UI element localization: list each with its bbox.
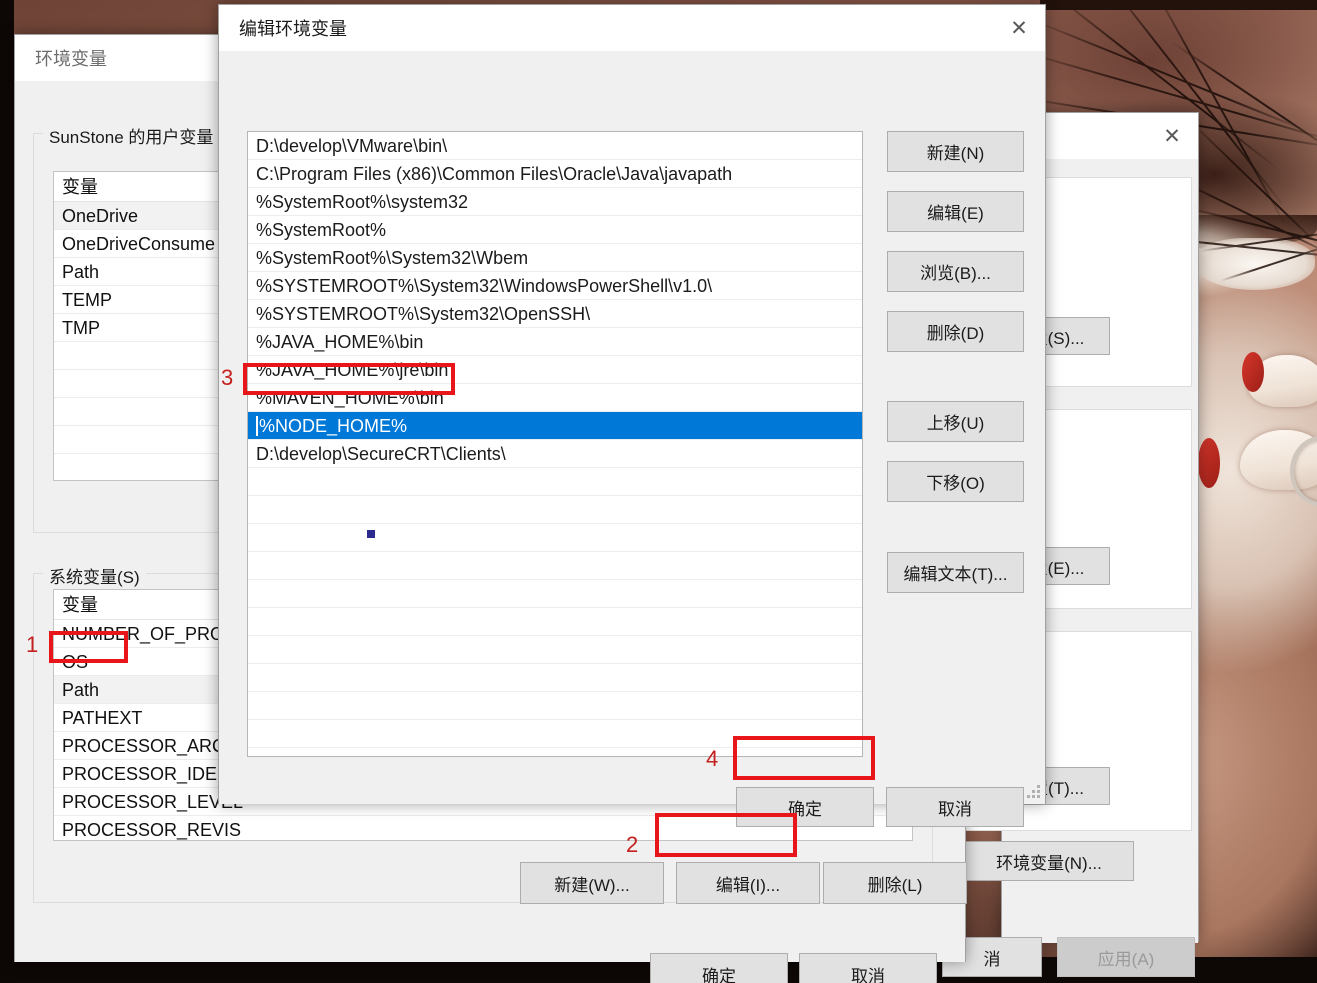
- path-entry-row[interactable]: %SystemRoot%\system32: [248, 188, 862, 216]
- path-entry-row[interactable]: D:\develop\SecureCRT\Clients\: [248, 440, 862, 468]
- user-variables-group-label: SunStone 的用户变量: [43, 123, 220, 148]
- path-entry-label: %JAVA_HOME%\jre\bin: [256, 360, 449, 380]
- cursor-artifact: [367, 530, 375, 538]
- path-entry-row[interactable]: %MAVEN_HOME%\bin: [248, 384, 862, 412]
- path-delete-button[interactable]: 删除(D): [887, 311, 1024, 352]
- edit-environment-variable-dialog[interactable]: 编辑环境变量 ✕ D:\develop\VMware\bin\ C:\Progra…: [218, 4, 1046, 827]
- resize-grip[interactable]: [1025, 785, 1041, 801]
- edit-dialog-body: D:\develop\VMware\bin\ C:\Program Files (…: [219, 51, 1045, 827]
- path-edit-text-button[interactable]: 编辑文本(T)...: [887, 552, 1024, 593]
- path-entries-listbox[interactable]: D:\develop\VMware\bin\ C:\Program Files (…: [247, 131, 863, 757]
- env-ok-button[interactable]: 确定: [650, 953, 788, 983]
- path-entry-empty-row[interactable]: [248, 468, 862, 496]
- path-entry-row[interactable]: %SYSTEMROOT%\System32\WindowsPowerShell\…: [248, 272, 862, 300]
- path-entry-empty-row[interactable]: [248, 608, 862, 636]
- system-new-button[interactable]: 新建(W)...: [520, 862, 664, 904]
- path-entry-label: %JAVA_HOME%\bin: [256, 332, 424, 352]
- annotation-number-2: 2: [626, 832, 639, 857]
- edit-dialog-cancel-button[interactable]: 取消: [886, 787, 1024, 827]
- edit-dialog-title: 编辑环境变量: [239, 19, 347, 39]
- path-entry-label: D:\develop\VMware\bin\: [256, 136, 448, 156]
- path-entry-row[interactable]: D:\develop\VMware\bin\: [248, 132, 862, 160]
- system-variables-group-label: 系统变量(S): [43, 563, 146, 588]
- nail-polish-1: [1242, 352, 1264, 392]
- path-entry-empty-row[interactable]: [248, 692, 862, 720]
- close-icon[interactable]: ✕: [1146, 113, 1198, 159]
- path-edit-button[interactable]: 编辑(E): [887, 191, 1024, 232]
- path-entry-empty-row[interactable]: [248, 496, 862, 524]
- path-entry-empty-row[interactable]: [248, 720, 862, 748]
- env-window-title: 环境变量: [35, 49, 107, 69]
- close-icon[interactable]: ✕: [993, 5, 1045, 51]
- path-entry-label: %MAVEN_HOME%\bin: [256, 388, 444, 408]
- path-entry-row[interactable]: C:\Program Files (x86)\Common Files\Orac…: [248, 160, 862, 188]
- path-entry-label: %SystemRoot%: [256, 220, 387, 240]
- path-new-button[interactable]: 新建(N): [887, 131, 1024, 172]
- path-entry-empty-row[interactable]: [248, 552, 862, 580]
- path-entry-label: %SystemRoot%\system32: [256, 192, 469, 212]
- screen-letterbox-left: [0, 0, 14, 983]
- path-entry-row[interactable]: %SystemRoot%: [248, 216, 862, 244]
- path-entry-empty-row[interactable]: [248, 524, 862, 552]
- path-entry-row[interactable]: %NODE_HOME%: [248, 412, 862, 440]
- annotation-number-1: 1: [26, 632, 39, 657]
- path-entry-row[interactable]: %JAVA_HOME%\jre\bin: [248, 356, 862, 384]
- annotation-number-4: 4: [706, 746, 719, 771]
- sysprop-apply-button[interactable]: 应用(A): [1057, 937, 1195, 977]
- path-move-down-button[interactable]: 下移(O): [887, 461, 1024, 502]
- path-entry-label: %SYSTEMROOT%\System32\OpenSSH\: [256, 304, 591, 324]
- system-edit-button[interactable]: 编辑(I)...: [676, 862, 820, 904]
- path-entry-empty-row[interactable]: [248, 664, 862, 692]
- nail-polish-2: [1198, 438, 1220, 488]
- env-cancel-button[interactable]: 取消: [799, 953, 937, 983]
- path-entry-row[interactable]: %SystemRoot%\System32\Wbem: [248, 244, 862, 272]
- annotation-number-3: 3: [221, 365, 234, 390]
- path-move-up-button[interactable]: 上移(U): [887, 401, 1024, 442]
- edit-dialog-titlebar: 编辑环境变量 ✕: [219, 5, 1045, 51]
- path-browse-button[interactable]: 浏览(B)...: [887, 251, 1024, 292]
- path-entry-label: %NODE_HOME%: [259, 416, 408, 436]
- path-entry-row[interactable]: %JAVA_HOME%\bin: [248, 328, 862, 356]
- path-entry-row[interactable]: %SYSTEMROOT%\System32\OpenSSH\: [248, 300, 862, 328]
- path-entry-empty-row[interactable]: [248, 636, 862, 664]
- edit-dialog-ok-button[interactable]: 确定: [736, 787, 874, 827]
- text-caret: [256, 416, 258, 436]
- path-entry-label: %SYSTEMROOT%\System32\WindowsPowerShell\…: [256, 276, 713, 296]
- path-entry-label: D:\develop\SecureCRT\Clients\: [256, 444, 506, 464]
- path-entry-empty-row[interactable]: [248, 580, 862, 608]
- system-delete-button[interactable]: 删除(L): [823, 862, 967, 904]
- environment-variables-button[interactable]: 环境变量(N)...: [964, 841, 1134, 881]
- path-entry-label: C:\Program Files (x86)\Common Files\Orac…: [256, 164, 733, 184]
- path-entry-label: %SystemRoot%\System32\Wbem: [256, 248, 529, 268]
